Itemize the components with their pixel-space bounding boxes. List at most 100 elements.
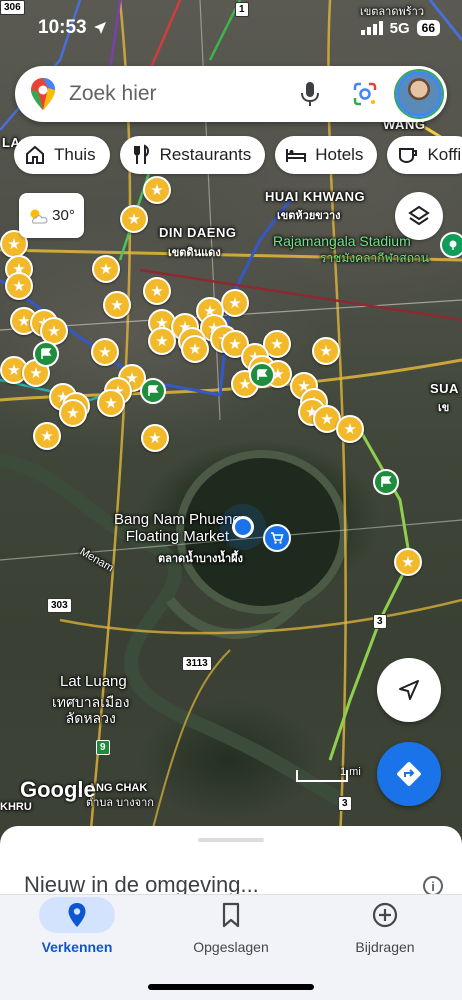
flag-pin[interactable] [140, 378, 166, 404]
road-shield-3113: 3113 [182, 656, 212, 671]
battery-indicator: 66 [416, 20, 440, 36]
chip-label: Koffi [427, 145, 462, 164]
add-circle-icon [372, 902, 398, 928]
nav-tab-opgeslagen[interactable]: Opgeslagen [154, 895, 308, 955]
poi-label-stadium-thai: ราชมังคลากีฬาสถาน [320, 251, 429, 265]
park-pin[interactable] [440, 232, 462, 258]
place-label-lat-luang-thai: เทศบาลเมือง ลัดหลวง [52, 694, 130, 727]
star-pin[interactable]: ★ [59, 399, 87, 427]
place-label-bang-chak: ANG CHAK [88, 782, 148, 794]
microphone-icon[interactable] [298, 81, 322, 107]
search-bar[interactable]: Zoek hier [15, 66, 447, 122]
search-placeholder[interactable]: Zoek hier [69, 82, 157, 106]
star-pin[interactable]: ★ [92, 255, 120, 283]
flag-icon [381, 476, 392, 487]
star-icon: ★ [29, 364, 43, 382]
layers-icon [408, 205, 430, 226]
nav-tab-bijdragen[interactable]: Bijdragen [308, 895, 462, 955]
star-icon: ★ [47, 322, 61, 340]
cart-icon [271, 532, 284, 544]
star-pin[interactable]: ★ [33, 422, 61, 450]
star-icon: ★ [270, 335, 284, 353]
road-shield-3b: 3 [338, 796, 352, 811]
star-icon: ★ [148, 429, 162, 447]
map-layers-button[interactable] [395, 192, 443, 240]
status-bar: 10:53 5G 66 [0, 0, 462, 56]
flag-icon [257, 369, 268, 380]
map-scale-bar [296, 770, 348, 782]
shopping-pin[interactable] [263, 524, 291, 552]
chip-koffie[interactable]: Koffi [387, 136, 462, 174]
chip-label: Thuis [54, 145, 96, 164]
star-icon: ★ [7, 361, 21, 379]
category-chips: Thuis Restaurants Hotels Koffi [14, 136, 462, 174]
place-label-lat-luang: Lat Luang [60, 673, 127, 690]
star-pin[interactable]: ★ [143, 277, 171, 305]
star-icon: ★ [110, 296, 124, 314]
nav-icon-container [347, 897, 423, 933]
hotel-icon [286, 149, 307, 162]
network-type: 5G [389, 19, 410, 37]
district-label-sua-thai: เข [438, 402, 450, 414]
star-pin[interactable]: ★ [91, 338, 119, 366]
profile-avatar[interactable] [396, 71, 442, 117]
star-pin[interactable]: ★ [120, 205, 148, 233]
star-pin[interactable]: ★ [394, 548, 422, 576]
signal-icon [360, 21, 383, 35]
star-pin[interactable]: ★ [103, 291, 131, 319]
weather-widget[interactable]: 30° [19, 193, 84, 238]
chip-restaurants[interactable]: Restaurants [119, 136, 266, 174]
flag-pin[interactable] [33, 341, 59, 367]
star-icon: ★ [228, 335, 242, 353]
district-label-huai-khwang-thai: เขตห้วยขวาง [277, 210, 341, 222]
chip-hotels[interactable]: Hotels [275, 136, 378, 174]
star-pin[interactable]: ★ [97, 389, 125, 417]
place-label-bang-chak-thai: ตำบล บางจาก [86, 797, 154, 809]
star-icon: ★ [343, 420, 357, 438]
star-pin[interactable]: ★ [141, 424, 169, 452]
directions-button[interactable] [377, 742, 441, 806]
star-pin[interactable]: ★ [5, 272, 33, 300]
nav-icon-container [193, 897, 269, 933]
flag-icon [148, 385, 159, 396]
star-pin[interactable]: ★ [181, 335, 209, 363]
star-icon: ★ [12, 277, 26, 295]
tree-icon [449, 240, 457, 250]
location-arrow-icon [93, 22, 106, 34]
poi-label-floating-market[interactable]: Bang Nam Phueng Floating Market [114, 511, 241, 546]
my-location-button[interactable] [377, 658, 441, 722]
chip-thuis[interactable]: Thuis [14, 136, 110, 174]
nav-label: Verkennen [41, 939, 113, 955]
star-icon: ★ [150, 181, 164, 199]
star-icon: ★ [99, 260, 113, 278]
flag-icon [41, 348, 52, 359]
navigation-arrow-icon [399, 680, 419, 700]
flag-pin[interactable] [249, 362, 275, 388]
poi-label-stadium[interactable]: Rajamangala Stadium [273, 233, 411, 249]
bottom-sheet[interactable]: Nieuw in de omgeving... i [0, 826, 462, 900]
star-pin[interactable]: ★ [312, 337, 340, 365]
flag-pin[interactable] [373, 469, 399, 495]
home-icon [26, 145, 44, 164]
star-icon: ★ [104, 394, 118, 412]
star-icon: ★ [7, 235, 21, 253]
info-icon[interactable]: i [423, 876, 443, 896]
star-pin[interactable]: ★ [221, 289, 249, 317]
star-pin[interactable]: ★ [336, 415, 364, 443]
nav-tab-verkennen[interactable]: Verkennen [0, 895, 154, 955]
star-pin[interactable]: ★ [148, 327, 176, 355]
star-icon: ★ [228, 294, 242, 312]
star-pin[interactable]: ★ [143, 176, 171, 204]
explore-pin-icon [68, 903, 86, 927]
star-icon: ★ [127, 210, 141, 228]
google-watermark: Google [20, 777, 96, 802]
home-indicator [148, 984, 314, 990]
sheet-drag-handle[interactable] [198, 838, 264, 842]
google-lens-icon[interactable] [352, 81, 378, 107]
district-label-sua: SUA [430, 381, 459, 396]
chip-label: Restaurants [159, 145, 252, 164]
road-shield-303: 303 [47, 598, 72, 613]
status-time: 10:53 [38, 17, 87, 38]
star-icon: ★ [188, 340, 202, 358]
star-icon: ★ [150, 282, 164, 300]
